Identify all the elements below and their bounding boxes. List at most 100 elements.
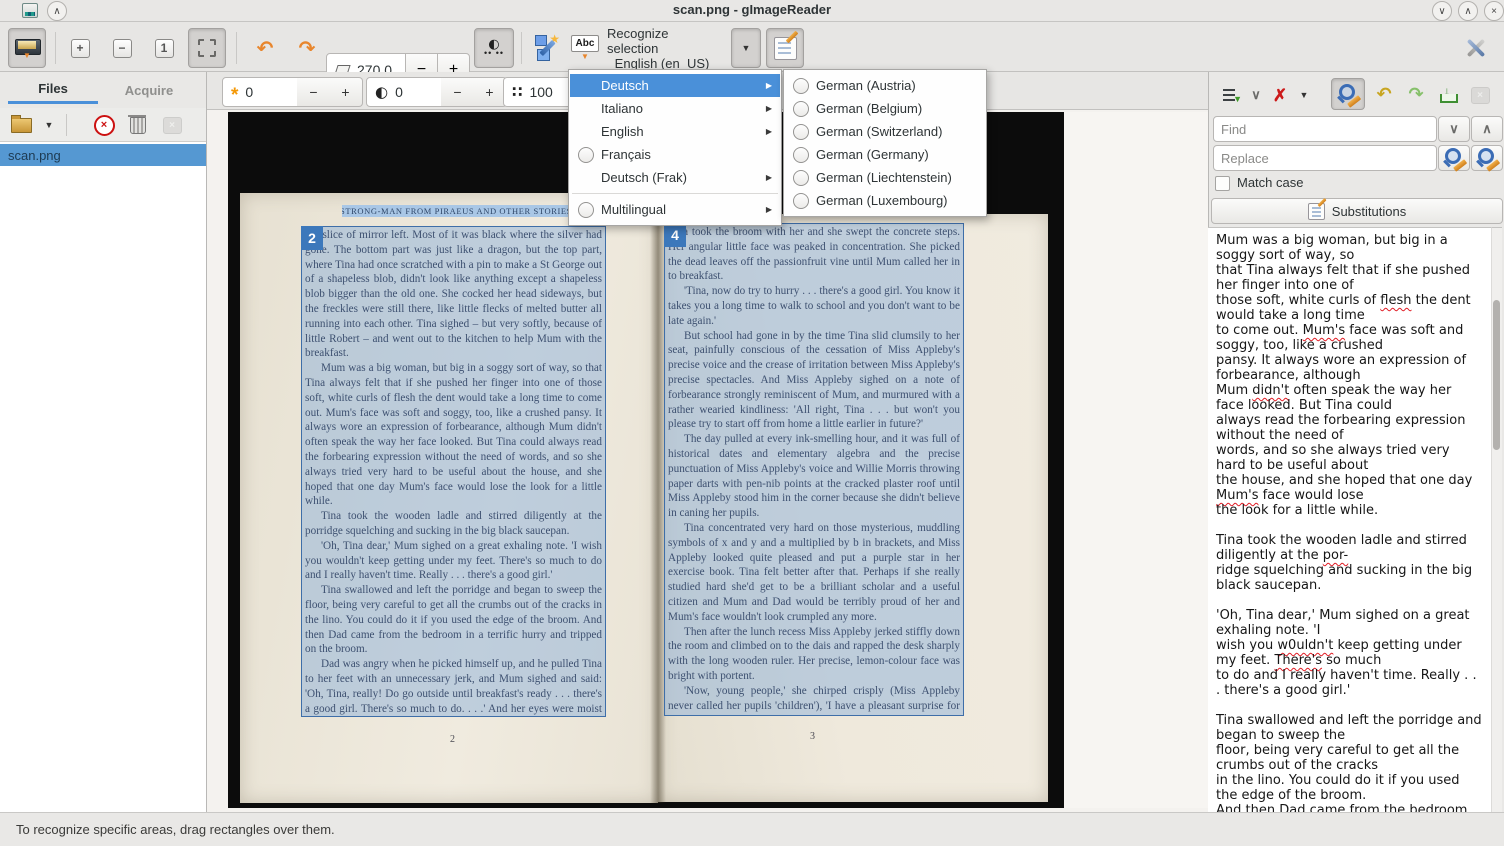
menu-separator (572, 193, 778, 194)
close-button[interactable]: × (1484, 1, 1504, 21)
contrast-decrease-button[interactable]: − (441, 77, 475, 107)
resolution-icon: ∷ (512, 83, 522, 101)
clear-icon: × (163, 117, 182, 134)
radio-icon (793, 124, 809, 140)
language-submenu-german: German (Austria) German (Belgium) German (… (783, 69, 987, 217)
replace-all-button[interactable] (1471, 145, 1503, 171)
toolbar-separator (521, 32, 522, 64)
menu-item-fran-ais[interactable]: Français (570, 143, 780, 166)
dropdown-caret-icon: ▼ (45, 120, 54, 130)
strip-crlf-button[interactable]: ✗ (1267, 80, 1293, 110)
find-replace-toggle[interactable] (1331, 78, 1365, 110)
toolbar-separator (236, 32, 237, 64)
tab-acquire[interactable]: Acquire (100, 76, 198, 104)
menu-item-german-belgium[interactable]: German (Belgium) (785, 97, 985, 120)
recognize-button[interactable]: Abc▼ Recognize selection English (en_US) (570, 28, 718, 68)
undo-button[interactable]: ↶ (1369, 80, 1399, 110)
brightness-increase-button[interactable]: + (329, 77, 363, 107)
menu-item-german-liechtenstein[interactable]: German (Liechtenstein) (785, 166, 985, 189)
tab-files[interactable]: Files (8, 76, 98, 104)
brightness-contrast-icon: ◐•• •• (484, 38, 504, 58)
radio-icon (793, 193, 809, 209)
submenu-arrow-icon: ▶ (766, 81, 772, 90)
submenu-arrow-icon: ▶ (766, 127, 772, 136)
save-icon: ↓ (1439, 87, 1457, 103)
find-replace-icon (1337, 84, 1360, 105)
zoom-out-button[interactable]: − (104, 30, 140, 66)
remove-image-button[interactable]: × (88, 111, 120, 139)
menu-item-english[interactable]: English▶ (570, 120, 780, 143)
status-bar: To recognize specific areas, drag rectan… (0, 812, 1504, 846)
replace-input[interactable]: Replace (1213, 145, 1437, 171)
recognize-language-dropdown-button[interactable]: ▼ (731, 28, 761, 68)
match-case-label: Match case (1237, 175, 1303, 190)
show-controls-toggle[interactable]: ▼ (8, 28, 46, 68)
selection-region-2[interactable]: y a slice of mirror left. Most of it was… (301, 226, 606, 717)
settings-button[interactable] (1456, 28, 1496, 68)
find-placeholder: Find (1221, 122, 1246, 137)
selection-region-4[interactable]: Tina took the broom with her and she swe… (664, 223, 964, 716)
brightness-decrease-button[interactable]: − (297, 77, 331, 107)
radio-icon (793, 147, 809, 163)
resolution-value: 100 (529, 84, 552, 100)
misspelled-word: por- (1323, 548, 1348, 563)
output-notepad-icon (774, 37, 797, 60)
wrench-icon (1463, 35, 1489, 61)
delete-image-button[interactable] (122, 111, 154, 139)
redo-button[interactable]: ↷ (1401, 80, 1431, 110)
menu-item-german-austria[interactable]: German (Austria) (785, 74, 985, 97)
page-paragraph: Dad was angry when he picked himself up,… (305, 657, 602, 717)
maximize-button[interactable]: ∧ (1458, 1, 1478, 21)
menu-item-german-switzerland[interactable]: German (Switzerland) (785, 120, 985, 143)
right-page-number: 3 (810, 731, 815, 742)
add-images-dropdown[interactable]: ▼ (38, 111, 60, 139)
menu-item-multilingual[interactable]: Multilingual▶ (570, 198, 780, 221)
autodetect-layout-button[interactable]: ★ (528, 30, 566, 66)
zoom-original-button[interactable]: 1 (146, 30, 182, 66)
menu-item-label: Multilingual (601, 202, 756, 217)
menu-item-label: German (Belgium) (816, 101, 977, 116)
status-message: To recognize specific areas, drag rectan… (16, 822, 335, 837)
page-paragraph: 'Oh, Tina dear,' Mum sighed on a great e… (305, 539, 602, 583)
zoom-fit-button[interactable] (188, 28, 226, 68)
zoom-in-icon: + (71, 39, 90, 58)
find-next-button[interactable]: ∨ (1438, 116, 1470, 142)
output-scrollbar-thumb[interactable] (1493, 300, 1500, 450)
radio-icon (793, 170, 809, 186)
substitutions-icon (1308, 203, 1325, 220)
minimize-button[interactable]: ∨ (1432, 1, 1452, 21)
menu-item-label: Italiano (601, 101, 756, 116)
contrast-increase-button[interactable]: + (473, 77, 507, 107)
menu-item-german-luxembourg[interactable]: German (Luxembourg) (785, 189, 985, 212)
open-folder-icon (11, 118, 32, 133)
find-prev-button[interactable]: ∧ (1471, 116, 1503, 142)
misspelled-word: Mum's (1303, 323, 1345, 338)
menu-item-deutsch[interactable]: Deutsch▶ (570, 74, 780, 97)
misspelled-word: w0uldn't (1277, 638, 1333, 653)
remove-icon: × (94, 115, 115, 136)
strip-crlf-dropdown[interactable]: ▼ (1295, 80, 1313, 110)
menu-item-label: Français (601, 147, 772, 162)
image-controls-toggle[interactable]: ◐•• •• (474, 28, 514, 68)
output-pane-toggle[interactable] (766, 28, 804, 68)
page-paragraph: Tina took the broom with her and she swe… (668, 225, 960, 284)
rotate-right-button[interactable]: ↷ (288, 30, 326, 66)
replace-button[interactable] (1438, 145, 1470, 171)
menu-item-italiano[interactable]: Italiano▶ (570, 97, 780, 120)
output-textarea[interactable]: Mum was a big woman, but big in a soggy … (1208, 227, 1491, 812)
menu-item-german-germany[interactable]: German (Germany) (785, 143, 985, 166)
zoom-in-button[interactable]: + (62, 30, 98, 66)
save-output-button[interactable]: ↓ (1433, 80, 1463, 110)
insert-mode-dropdown[interactable]: ∨ (1247, 80, 1265, 110)
menu-item-deutsch-frak[interactable]: Deutsch (Frak)▶ (570, 166, 780, 189)
match-case-checkbox[interactable] (1215, 176, 1230, 191)
recognize-abc-icon: Abc▼ (571, 35, 599, 61)
substitutions-button[interactable]: Substitutions (1211, 198, 1503, 224)
clear-output-button[interactable]: × (1465, 80, 1495, 110)
insert-mode-button[interactable]: ▼ (1217, 80, 1247, 110)
find-input[interactable]: Find (1213, 116, 1437, 142)
rotate-left-button[interactable]: ↶ (246, 30, 284, 66)
add-images-button[interactable] (6, 111, 36, 139)
clear-list-button[interactable]: × (156, 111, 188, 139)
file-list-item[interactable]: scan.png (0, 144, 206, 166)
